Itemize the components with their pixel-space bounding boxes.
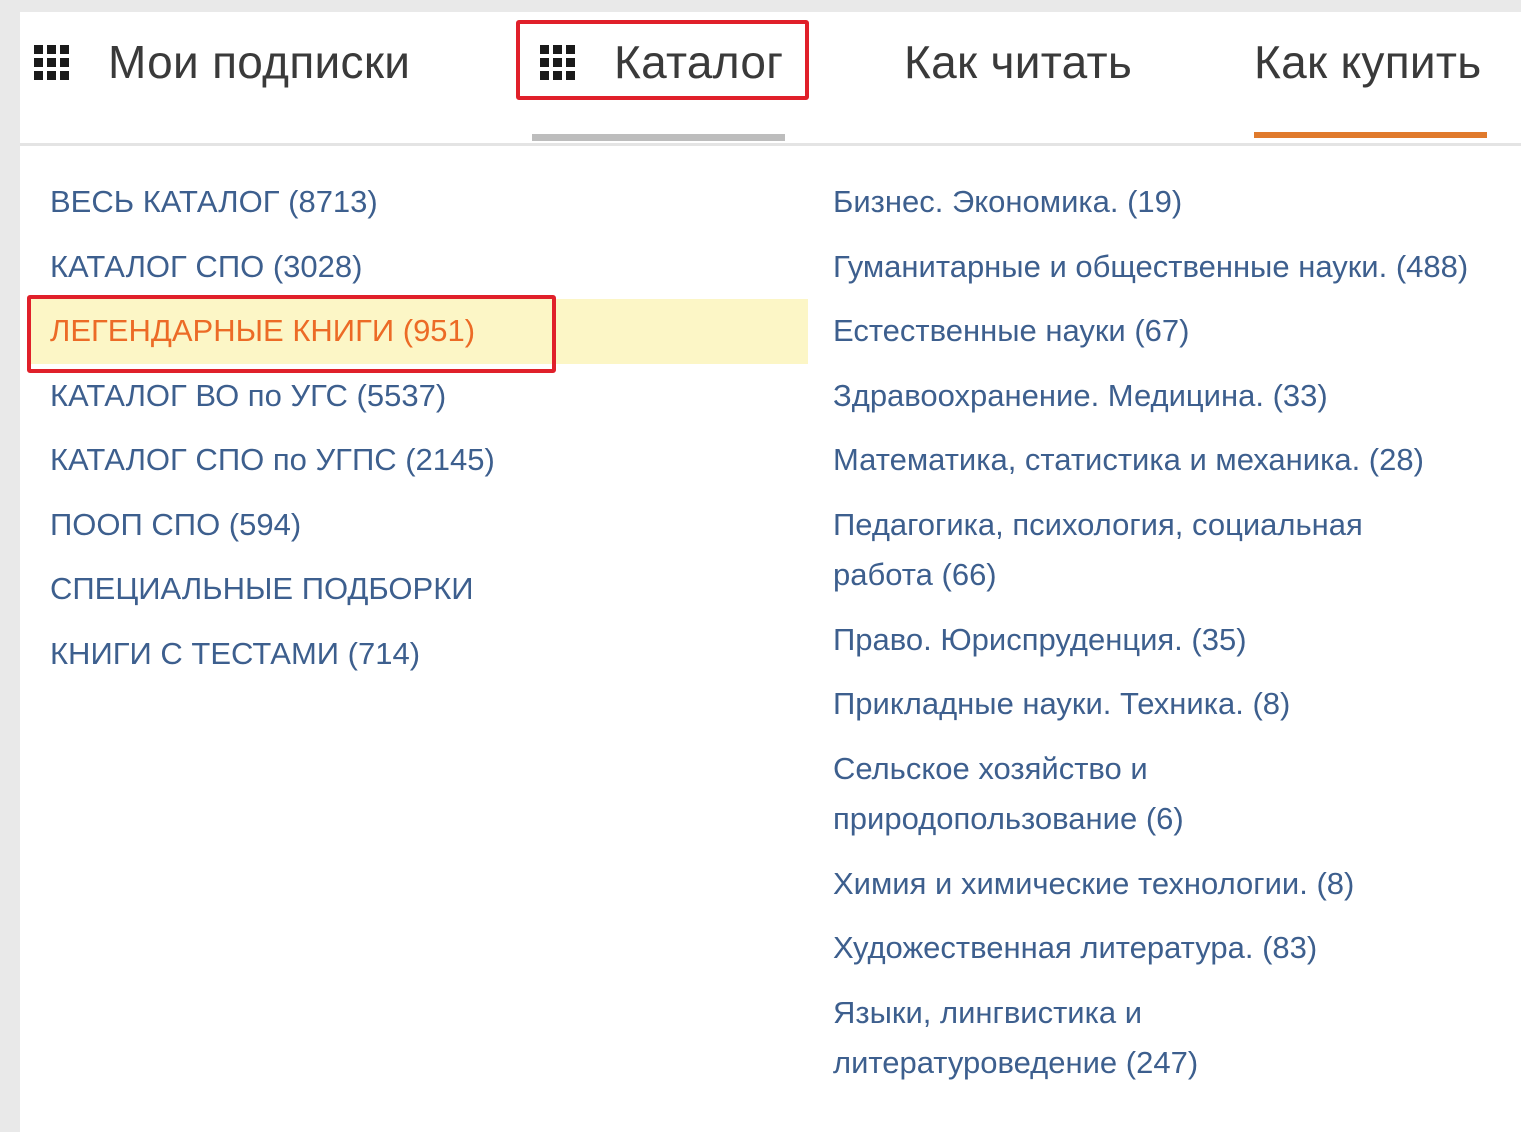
category-item[interactable]: Сельское хозяйство и природопользование (… (820, 737, 1520, 852)
tab-label: Как купить (1254, 36, 1482, 88)
category-item[interactable]: Гуманитарные и общественные науки. (488) (820, 235, 1520, 300)
nav-divider (20, 143, 1521, 146)
category-item[interactable]: Языки, лингвистика и литературоведение (2… (820, 981, 1520, 1081)
catalog-section-item[interactable]: КНИГИ С ТЕСТАМИ (714) (30, 622, 808, 687)
category-item[interactable]: Естественные науки (67) (820, 299, 1520, 364)
catalog-section-item[interactable]: ЛЕГЕНДАРНЫЕ КНИГИ (951) (30, 299, 808, 364)
catalog-section-item[interactable]: КАТАЛОГ СПО по УГПС (2145) (30, 428, 808, 493)
tab-catalog[interactable]: Каталог (540, 12, 783, 112)
category-item[interactable]: Прикладные науки. Техника. (8) (820, 672, 1520, 737)
catalog-section-item[interactable]: СПЕЦИАЛЬНЫЕ ПОДБОРКИ (30, 557, 808, 622)
category-item-line: Языки, лингвистика и (833, 994, 1143, 1030)
catalog-menu-panel: Мои подписки Каталог Как читать Как купи… (20, 12, 1521, 1132)
tab-how-to-read[interactable]: Как читать (904, 12, 1132, 112)
tab-my-subscriptions[interactable]: Мои подписки (34, 12, 410, 112)
catalog-sections-list: ВЕСЬ КАТАЛОГ (8713) КАТАЛОГ СПО (3028) ЛЕГ… (30, 170, 808, 686)
catalog-section-item[interactable]: ВЕСЬ КАТАЛОГ (8713) (30, 170, 808, 235)
apps-grid-icon (34, 44, 69, 80)
category-item[interactable]: Художественная литература. (83) (820, 916, 1520, 981)
active-tab-indicator (1254, 132, 1487, 138)
category-item[interactable]: Здравоохранение. Медицина. (33) (820, 364, 1520, 429)
catalog-section-item[interactable]: КАТАЛОГ ВО по УГС (5537) (30, 364, 808, 429)
tab-label: Мои подписки (108, 36, 411, 88)
tab-label: Как читать (904, 36, 1133, 88)
category-item[interactable]: Математика, статистика и механика. (28) (820, 428, 1520, 493)
category-item-line: природопользование (6) (833, 801, 1184, 836)
top-navigation: Мои подписки Каталог Как читать Как купи… (20, 12, 1521, 144)
category-item[interactable]: Химия и химические технологии. (8) (820, 852, 1520, 917)
catalog-categories-list: Бизнес. Экономика. (19) Гуманитарные и об… (820, 170, 1520, 1081)
catalog-section-item[interactable]: КАТАЛОГ СПО (3028) (30, 235, 808, 300)
category-item[interactable]: Бизнес. Экономика. (19) (820, 170, 1520, 235)
category-item-line: литературоведение (247) (833, 1045, 1199, 1080)
category-item-line: Сельское хозяйство и (833, 750, 1148, 786)
category-item-line: работа (66) (833, 557, 997, 592)
catalog-section-item[interactable]: ПООП СПО (594) (30, 493, 808, 558)
category-item-line: Педагогика, психология, социальная (833, 506, 1363, 542)
category-item[interactable]: Право. Юриспруденция. (35) (820, 608, 1520, 673)
catalog-tab-indicator (532, 134, 785, 141)
category-item[interactable]: Педагогика, психология, социальная работа… (820, 493, 1520, 608)
tab-label: Каталог (614, 36, 784, 88)
apps-grid-icon (540, 44, 575, 80)
tab-how-to-buy[interactable]: Как купить (1254, 12, 1482, 112)
